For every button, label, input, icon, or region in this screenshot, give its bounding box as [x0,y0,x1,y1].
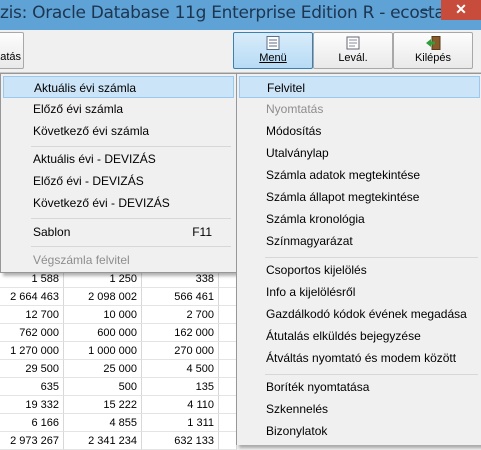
table-cell: 2 341 234 [64,432,142,450]
menu-item-sablon[interactable]: Sablon F11 [3,221,234,243]
menu-item-szkenneles[interactable]: Szkennelés [239,398,480,420]
letter-icon [346,36,360,50]
menu-item-boritek-nyomtatasa[interactable]: Boríték nyomtatása [239,376,480,398]
menu-item-nyomtatas: Nyomtatás [266,102,324,116]
exit-door-icon [426,36,441,50]
menu-item-label: Sablon [33,225,71,239]
toolbar: tatás Menü Levál. Kilépés [0,30,481,73]
menu-item-szamla-kronologia[interactable]: Számla kronológia [239,208,480,230]
table-row[interactable]: 2 664 463 2 098 002 566 461 [0,288,237,306]
table-row[interactable]: 29 500 25 000 4 500 [0,360,237,378]
menu-item-szamla-adatok[interactable]: Számla adatok megtekintése [239,164,480,186]
menu-item-bizonylatok[interactable]: Bizonylatok [239,420,480,442]
table-cell [219,324,237,342]
table-cell [219,360,237,378]
table-cell: 4 110 [142,396,219,414]
table-cell: 135 [142,378,219,396]
leval-button[interactable]: Levál. [313,32,393,69]
table-cell: 15 222 [64,396,142,414]
table-cell: 1 000 000 [64,342,142,360]
table-cell: 162 000 [142,324,219,342]
menu-item-utalvanylap[interactable]: Utalványlap [239,142,480,164]
menu-separator [31,146,231,147]
menu-item-elozo-evi-szamla[interactable]: Előző évi számla [3,98,234,120]
table-cell: 566 461 [142,288,219,306]
table-cell: 600 000 [64,324,142,342]
table-cell [219,288,237,306]
menu-item-aktualis-evi-szamla[interactable]: Aktuális évi számla [3,76,234,98]
menu-separator [265,257,478,258]
table-cell: 270 000 [142,342,219,360]
table-cell: 29 500 [0,360,64,378]
menu-separator [265,374,478,375]
menu-item-modositas[interactable]: Módosítás [239,120,480,142]
menu-separator [31,246,231,247]
table-row[interactable]: 2 973 267 2 341 234 632 133 [0,432,237,450]
table-cell: 2 664 463 [0,288,64,306]
menu-item-gazdalkodo-kodok[interactable]: Gazdálkodó kódok évének megadása [239,303,480,325]
table-cell: 12 700 [0,306,64,324]
toolbar-button-label: tatás [0,51,21,63]
menu-item-kovetkezo-evi-szamla[interactable]: Következő évi számla [3,120,234,142]
table-cell: 2 700 [142,306,219,324]
menu-item-aktualis-evi-devizas[interactable]: Aktuális évi - DEVIZÁS [3,148,234,170]
table-cell: 632 133 [142,432,219,450]
table-cell: 19 332 [0,396,64,414]
menu-separator [31,218,231,219]
submenu-szamla: Aktuális évi számla Előző évi számla Köv… [0,73,237,273]
menu-item-vegszamla-felvitel: Végszámla felvitel [33,253,130,267]
table-cell [219,306,237,324]
table-cell: 1 270 000 [0,342,64,360]
table-row[interactable]: 635 500 135 [0,378,237,396]
close-button[interactable]: ✕ [441,0,481,20]
menu-item-szinmagyarazat[interactable]: Színmagyarázat [239,230,480,252]
window-titlebar: zis: Oracle Database 11g Enterprise Edit… [0,0,481,30]
table-cell: 635 [0,378,64,396]
minimize-button[interactable]: – [405,0,445,20]
table-cell: 2 973 267 [0,432,64,450]
document-list-icon [266,36,280,50]
table-row[interactable]: 1 270 000 1 000 000 270 000 [0,342,237,360]
table-row[interactable]: 12 700 10 000 2 700 [0,306,237,324]
menu-item-kovetkezo-evi-devizas[interactable]: Következő évi - DEVIZÁS [3,192,234,214]
table-cell: 2 098 002 [64,288,142,306]
table-cell [219,432,237,450]
table-cell: 10 000 [64,306,142,324]
table-cell: 4 500 [142,360,219,378]
table-cell: 500 [64,378,142,396]
table-row[interactable]: 19 332 15 222 4 110 [0,396,237,414]
menu-item-szamla-allapot[interactable]: Számla állapot megtekintése [239,186,480,208]
exit-button[interactable]: Kilépés [393,32,473,69]
menu-item-felvitel[interactable]: Felvitel [239,76,480,98]
menu-button-label: Menü [259,52,287,64]
menu-item-csoportos-kijeloles[interactable]: Csoportos kijelölés [239,259,480,281]
table-cell: 1 311 [142,414,219,432]
menu-item-elozo-evi-devizas[interactable]: Előző évi - DEVIZÁS [3,170,234,192]
main-menu: Felvitel Nyomtatás Módosítás Utalványlap… [236,73,481,445]
table-cell [219,396,237,414]
table-cell [219,414,237,432]
menu-item-atvaltas-nyomtato-modem[interactable]: Átváltás nyomtató és modem között [239,347,480,369]
menu-item-info-kijelolesrol[interactable]: Info a kijelölésről [239,281,480,303]
menu-button[interactable]: Menü [233,32,313,69]
table-row[interactable]: 6 166 4 855 1 311 [0,414,237,432]
table-cell: 762 000 [0,324,64,342]
table-cell [219,378,237,396]
menu-item-atutalas-elkuldes[interactable]: Átutalás elküldés bejegyzése [239,325,480,347]
leval-button-label: Levál. [338,52,368,64]
toolbar-button-nyomtatas[interactable]: tatás [0,32,24,69]
table-cell: 25 000 [64,360,142,378]
table-cell [219,342,237,360]
exit-button-label: Kilépés [414,52,452,64]
menu-item-shortcut: F11 [192,225,212,239]
table-cell: 4 855 [64,414,142,432]
table-cell: 6 166 [0,414,64,432]
table-row[interactable]: 762 000 600 000 162 000 [0,324,237,342]
